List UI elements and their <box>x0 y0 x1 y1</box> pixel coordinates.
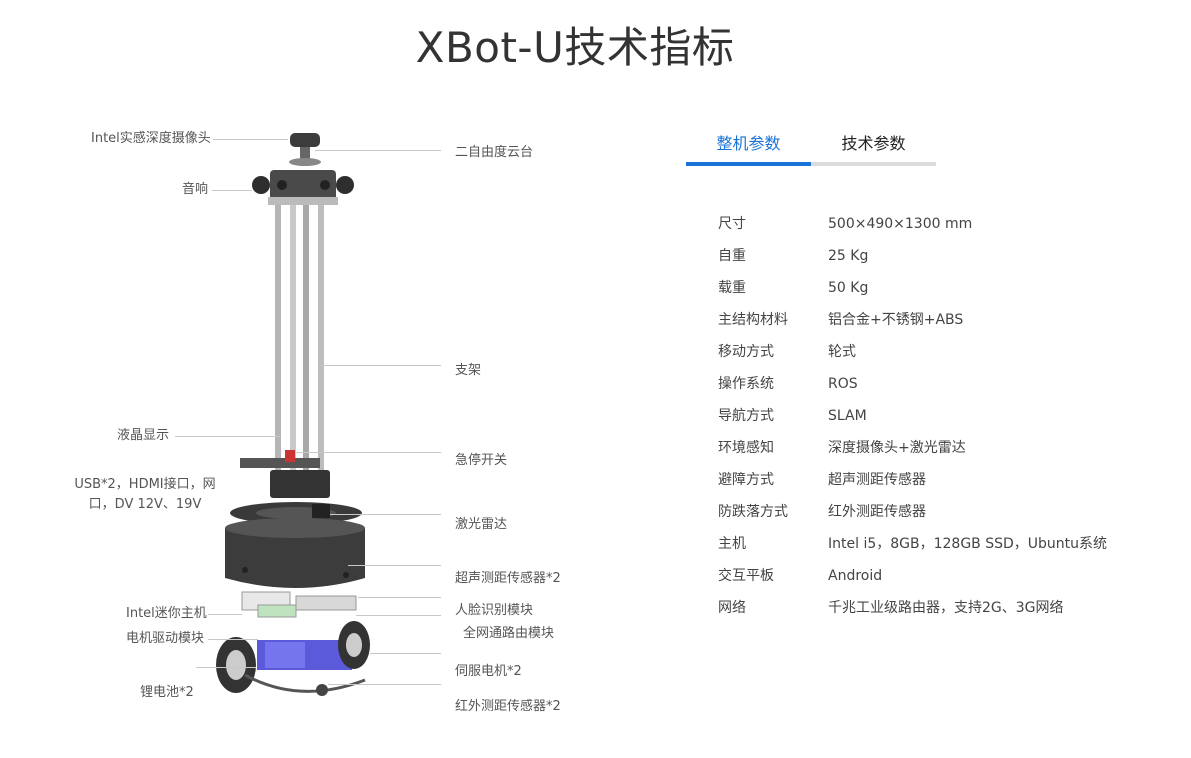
spec-value: ROS <box>828 376 858 392</box>
spec-value: 红外测距传感器 <box>828 504 926 520</box>
spec-key: 交互平板 <box>718 568 774 584</box>
label-router: 全网通路由模块 <box>463 626 555 641</box>
spec-value: 铝合金+不锈钢+ABS <box>828 312 964 328</box>
label-lcd: 液晶显示 <box>117 428 170 443</box>
spec-row: 网络 千兆工业级路由器，支持2G、3G网络 <box>718 596 1138 628</box>
spec-table: 尺寸 500×490×1300 mm 自重 25 Kg 载重 50 Kg 主结构材料 铝合金+… <box>718 212 1138 628</box>
spec-row: 尺寸 500×490×1300 mm <box>718 212 1138 244</box>
label-ports: USB*2，HDMI接口，网口，DV 12V、19V <box>74 477 216 512</box>
label-mini-pc: Intel迷你主机 <box>126 606 207 621</box>
label-bracket: 支架 <box>455 363 482 378</box>
label-motor-driver: 电机驱动模块 <box>126 631 205 646</box>
spec-value: 轮式 <box>828 344 856 360</box>
spec-value: SLAM <box>828 408 867 424</box>
spec-key: 主结构材料 <box>718 312 788 328</box>
spec-value: 超声测距传感器 <box>828 472 926 488</box>
spec-value: 深度摄像头+激光雷达 <box>828 440 966 456</box>
spec-key: 环境感知 <box>718 440 774 456</box>
spec-key: 避障方式 <box>718 472 774 488</box>
label-pan-tilt: 二自由度云台 <box>455 145 534 160</box>
leader-router <box>356 615 441 616</box>
leader-battery <box>196 667 256 668</box>
spec-value: 50 Kg <box>828 280 869 296</box>
leader-mini-pc <box>208 614 242 615</box>
leader-ultrasonic <box>348 565 441 566</box>
leader-servo <box>370 653 441 654</box>
spec-row: 主机 Intel i5，8GB，128GB SSD，Ubuntu系统 <box>718 532 1138 564</box>
spec-row: 自重 25 Kg <box>718 244 1138 276</box>
robot-illustration <box>216 133 370 696</box>
spec-key: 防跌落方式 <box>718 504 788 520</box>
spec-key: 自重 <box>718 248 746 264</box>
label-speaker: 音响 <box>182 182 209 197</box>
spec-row: 导航方式 SLAM <box>718 404 1138 436</box>
label-ultrasonic: 超声测距传感器*2 <box>455 571 561 586</box>
spec-value: 千兆工业级路由器，支持2G、3G网络 <box>828 600 1064 616</box>
spec-row: 交互平板 Android <box>718 564 1138 596</box>
tab-tech-params[interactable]: 技术参数 <box>811 128 936 166</box>
spec-row: 环境感知 深度摄像头+激光雷达 <box>718 436 1138 468</box>
spec-key: 网络 <box>718 600 746 616</box>
spec-key: 操作系统 <box>718 376 774 392</box>
spec-row: 主结构材料 铝合金+不锈钢+ABS <box>718 308 1138 340</box>
spec-value: 25 Kg <box>828 248 869 264</box>
spec-key: 载重 <box>718 280 746 296</box>
leader-estop <box>296 452 441 453</box>
label-face: 人脸识别模块 <box>455 603 534 618</box>
spec-value: 500×490×1300 mm <box>828 216 973 232</box>
spec-key: 导航方式 <box>718 408 774 424</box>
spec-row: 载重 50 Kg <box>718 276 1138 308</box>
tab-machine-params[interactable]: 整机参数 <box>686 128 811 166</box>
robot-diagram: Intel实感深度摄像头 音响 液晶显示 USB*2，HDMI接口，网口，DV … <box>0 100 640 758</box>
leader-motor-driver <box>208 639 258 640</box>
spec-tabs: 整机参数 技术参数 <box>686 128 936 166</box>
spec-row: 避障方式 超声测距传感器 <box>718 468 1138 500</box>
spec-value: Intel i5，8GB，128GB SSD，Ubuntu系统 <box>828 536 1108 552</box>
label-estop: 急停开关 <box>455 453 508 468</box>
spec-row: 防跌落方式 红外测距传感器 <box>718 500 1138 532</box>
label-infrared: 红外测距传感器*2 <box>455 699 561 714</box>
leader-lidar <box>330 514 441 515</box>
leader-bracket <box>322 365 441 366</box>
leader-speaker <box>212 190 252 191</box>
leader-infrared <box>328 684 441 685</box>
spec-key: 移动方式 <box>718 344 774 360</box>
label-servo: 伺服电机*2 <box>455 664 522 679</box>
label-battery: 锂电池*2 <box>140 685 194 700</box>
page-title: XBot-U技术指标 <box>415 23 735 72</box>
leader-pan-tilt <box>315 150 441 151</box>
label-camera: Intel实感深度摄像头 <box>91 131 211 146</box>
spec-row: 操作系统 ROS <box>718 372 1138 404</box>
spec-value: Android <box>828 568 883 584</box>
leader-face <box>358 597 441 598</box>
leader-lcd <box>175 436 280 437</box>
leader-camera <box>213 139 288 140</box>
label-lidar: 激光雷达 <box>455 517 508 532</box>
spec-key: 主机 <box>718 536 746 552</box>
spec-key: 尺寸 <box>718 216 746 232</box>
spec-row: 移动方式 轮式 <box>718 340 1138 372</box>
